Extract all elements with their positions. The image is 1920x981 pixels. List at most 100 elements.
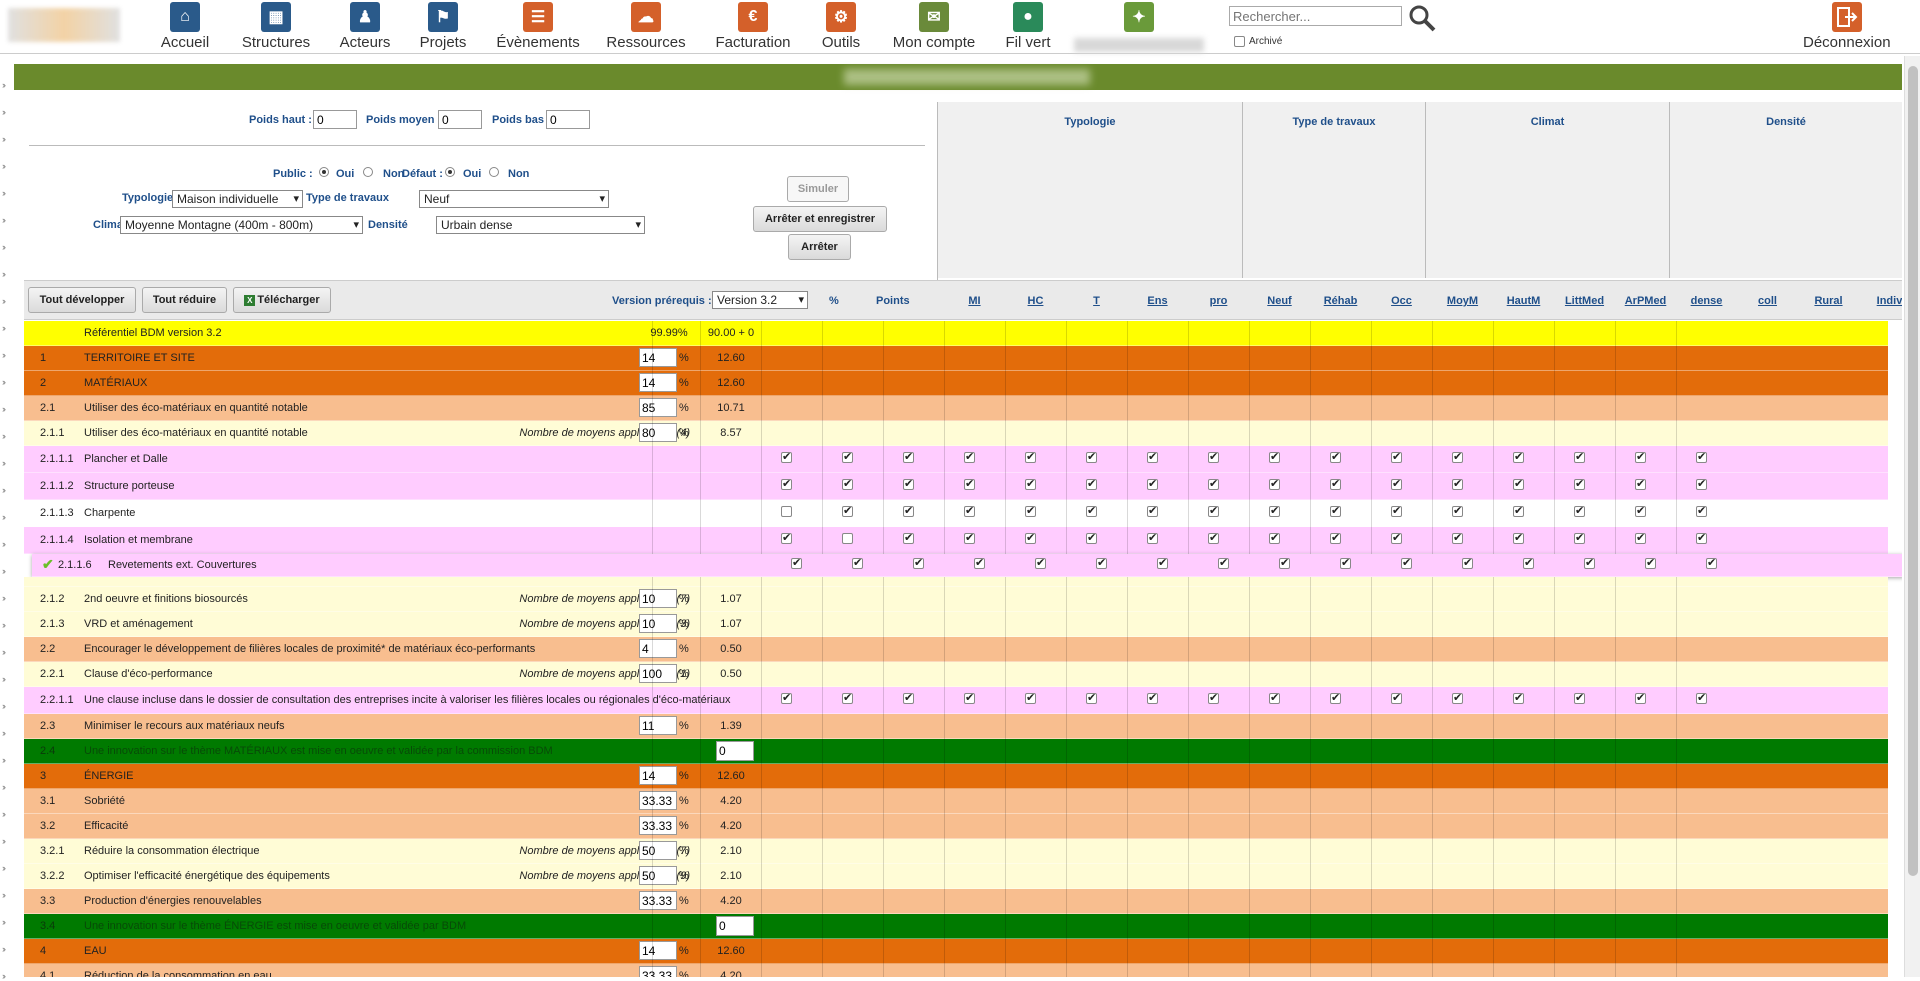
row-pct-input[interactable] bbox=[639, 816, 677, 835]
row-expand-chevron-icon[interactable]: ›› bbox=[2, 242, 6, 252]
column-header-12[interactable]: dense bbox=[1676, 295, 1737, 307]
criteria-checkbox[interactable] bbox=[1645, 556, 1656, 569]
innovation-points-input[interactable] bbox=[716, 916, 754, 936]
criteria-checkbox[interactable] bbox=[964, 477, 975, 490]
criteria-checkbox[interactable] bbox=[1574, 531, 1585, 544]
scrollbar-thumb[interactable] bbox=[1908, 66, 1918, 876]
row-pct-input[interactable] bbox=[639, 841, 677, 860]
nav-item-3[interactable]: ⚑ Projets bbox=[408, 2, 478, 51]
table-row[interactable]: 2.2.1.1 Une clause incluse dans le dossie… bbox=[24, 687, 1888, 714]
criteria-checkbox[interactable] bbox=[1147, 477, 1158, 490]
criteria-checkbox[interactable] bbox=[1574, 450, 1585, 463]
table-row[interactable] bbox=[24, 577, 1888, 587]
row-expand-chevron-icon[interactable]: ›› bbox=[2, 539, 6, 549]
table-row[interactable]: 2.1.2 2nd oeuvre et finitions biosourcés N… bbox=[24, 587, 1888, 612]
typologie-select[interactable]: Maison individuelle bbox=[172, 190, 303, 208]
criteria-checkbox[interactable] bbox=[1330, 477, 1341, 490]
logout-button[interactable]: Déconnexion bbox=[1803, 2, 1891, 51]
row-pct-input[interactable] bbox=[639, 589, 677, 608]
column-header-15[interactable]: Indiv bbox=[1859, 295, 1902, 307]
column-header-0[interactable]: MI bbox=[944, 295, 1005, 307]
column-header-13[interactable]: coll bbox=[1737, 295, 1798, 307]
criteria-checkbox[interactable] bbox=[781, 531, 792, 544]
criteria-checkbox[interactable] bbox=[842, 533, 853, 544]
criteria-checkbox[interactable] bbox=[1086, 450, 1097, 463]
criteria-checkbox[interactable] bbox=[1523, 556, 1534, 569]
climat-select[interactable]: Moyenne Montagne (400m - 800m) bbox=[120, 216, 363, 234]
criteria-checkbox[interactable] bbox=[1269, 531, 1280, 544]
criteria-checkbox[interactable] bbox=[1696, 691, 1707, 704]
row-expand-chevron-icon[interactable]: ›› bbox=[2, 620, 6, 630]
table-row[interactable]: 4.1 Réduction de la consommation en eau% 4… bbox=[24, 964, 1888, 977]
row-pct-input[interactable] bbox=[639, 866, 677, 885]
nav-item-0[interactable]: ⌂ Accueil bbox=[150, 2, 220, 51]
criteria-checkbox[interactable] bbox=[1452, 504, 1463, 517]
row-expand-chevron-icon[interactable]: ›› bbox=[2, 701, 6, 711]
criteria-checkbox[interactable] bbox=[1279, 556, 1290, 569]
criteria-checkbox[interactable] bbox=[1391, 477, 1402, 490]
column-header-5[interactable]: Neuf bbox=[1249, 295, 1310, 307]
table-row[interactable]: 2.1.1.2 Structure porteuse bbox=[24, 473, 1888, 500]
criteria-checkbox[interactable] bbox=[1147, 691, 1158, 704]
search-icon[interactable] bbox=[1407, 3, 1437, 33]
criteria-checkbox[interactable] bbox=[842, 504, 853, 517]
criteria-checkbox[interactable] bbox=[1269, 450, 1280, 463]
row-expand-chevron-icon[interactable]: ›› bbox=[2, 215, 6, 225]
table-row[interactable]: 3.3 Production d'énergies renouvelables% 4… bbox=[24, 889, 1888, 914]
criteria-checkbox[interactable] bbox=[1218, 556, 1229, 569]
row-expand-chevron-icon[interactable]: ›› bbox=[2, 566, 6, 576]
table-row[interactable]: 3.2.1 Réduire la consommation électrique N… bbox=[24, 839, 1888, 864]
criteria-checkbox[interactable] bbox=[964, 531, 975, 544]
poids-bas-input[interactable] bbox=[546, 110, 590, 129]
row-pct-input[interactable] bbox=[639, 373, 677, 392]
criteria-checkbox[interactable] bbox=[1706, 556, 1717, 569]
nav-item-2[interactable]: ♟ Acteurs bbox=[330, 2, 400, 51]
criteria-checkbox[interactable] bbox=[1452, 477, 1463, 490]
table-row[interactable]: ✔ 2.1.1.6 Revetements ext. Couvertures bbox=[32, 554, 1902, 577]
archive-checkbox[interactable] bbox=[1234, 36, 1245, 47]
nav-item-8[interactable]: ✉ Mon compte bbox=[893, 2, 975, 51]
criteria-checkbox[interactable] bbox=[1025, 504, 1036, 517]
criteria-checkbox[interactable] bbox=[1635, 531, 1646, 544]
row-expand-chevron-icon[interactable]: ›› bbox=[2, 404, 6, 414]
criteria-checkbox[interactable] bbox=[1635, 477, 1646, 490]
download-button[interactable]: X Télécharger bbox=[233, 287, 331, 313]
criteria-checkbox[interactable] bbox=[1330, 450, 1341, 463]
criteria-checkbox[interactable] bbox=[1696, 504, 1707, 517]
criteria-checkbox[interactable] bbox=[1269, 691, 1280, 704]
row-pct-input[interactable] bbox=[639, 398, 677, 417]
row-expand-chevron-icon[interactable]: ›› bbox=[2, 134, 6, 144]
row-pct-input[interactable] bbox=[639, 348, 677, 367]
criteria-checkbox[interactable] bbox=[1574, 691, 1585, 704]
criteria-checkbox[interactable] bbox=[1025, 691, 1036, 704]
criteria-checkbox[interactable] bbox=[903, 504, 914, 517]
nav-item-6[interactable]: € Facturation bbox=[715, 2, 791, 51]
column-header-6[interactable]: Réhab bbox=[1310, 295, 1371, 307]
criteria-checkbox[interactable] bbox=[1635, 450, 1646, 463]
criteria-checkbox[interactable] bbox=[1269, 477, 1280, 490]
public-non-radio[interactable] bbox=[363, 167, 373, 177]
criteria-checkbox[interactable] bbox=[903, 450, 914, 463]
criteria-checkbox[interactable] bbox=[1574, 477, 1585, 490]
table-row[interactable]: Référentiel BDM version 3.2 99.99% 90.00 +… bbox=[24, 321, 1888, 346]
criteria-checkbox[interactable] bbox=[1147, 504, 1158, 517]
table-row[interactable]: 2.1.1.1 Plancher et Dalle bbox=[24, 446, 1888, 473]
column-header-4[interactable]: pro bbox=[1188, 295, 1249, 307]
table-row[interactable]: 2.1.1.3 Charpente bbox=[24, 500, 1888, 527]
column-header-3[interactable]: Ens bbox=[1127, 295, 1188, 307]
row-pct-input[interactable] bbox=[639, 614, 677, 633]
row-expand-chevron-icon[interactable]: ›› bbox=[2, 350, 6, 360]
row-expand-chevron-icon[interactable]: ›› bbox=[2, 485, 6, 495]
table-row[interactable]: 2.1.1.4 Isolation et membrane bbox=[24, 527, 1888, 554]
nav-item-1[interactable]: ▦ Structures bbox=[241, 2, 311, 51]
row-expand-chevron-icon[interactable]: ›› bbox=[2, 269, 6, 279]
criteria-checkbox[interactable] bbox=[1391, 531, 1402, 544]
table-row[interactable]: 2.4 Une innovation sur le thème MATÉRIAUX… bbox=[24, 739, 1888, 764]
poids-moyen-input[interactable] bbox=[438, 110, 482, 129]
table-row[interactable]: 2.1 Utiliser des éco-matériaux en quantit… bbox=[24, 396, 1888, 421]
column-header-14[interactable]: Rural bbox=[1798, 295, 1859, 307]
criteria-checkbox[interactable] bbox=[1584, 556, 1595, 569]
row-expand-chevron-icon[interactable]: ›› bbox=[2, 458, 6, 468]
table-row[interactable]: 3.4 Une innovation sur le thème ÉNERGIE e… bbox=[24, 914, 1888, 939]
criteria-checkbox[interactable] bbox=[1635, 691, 1646, 704]
